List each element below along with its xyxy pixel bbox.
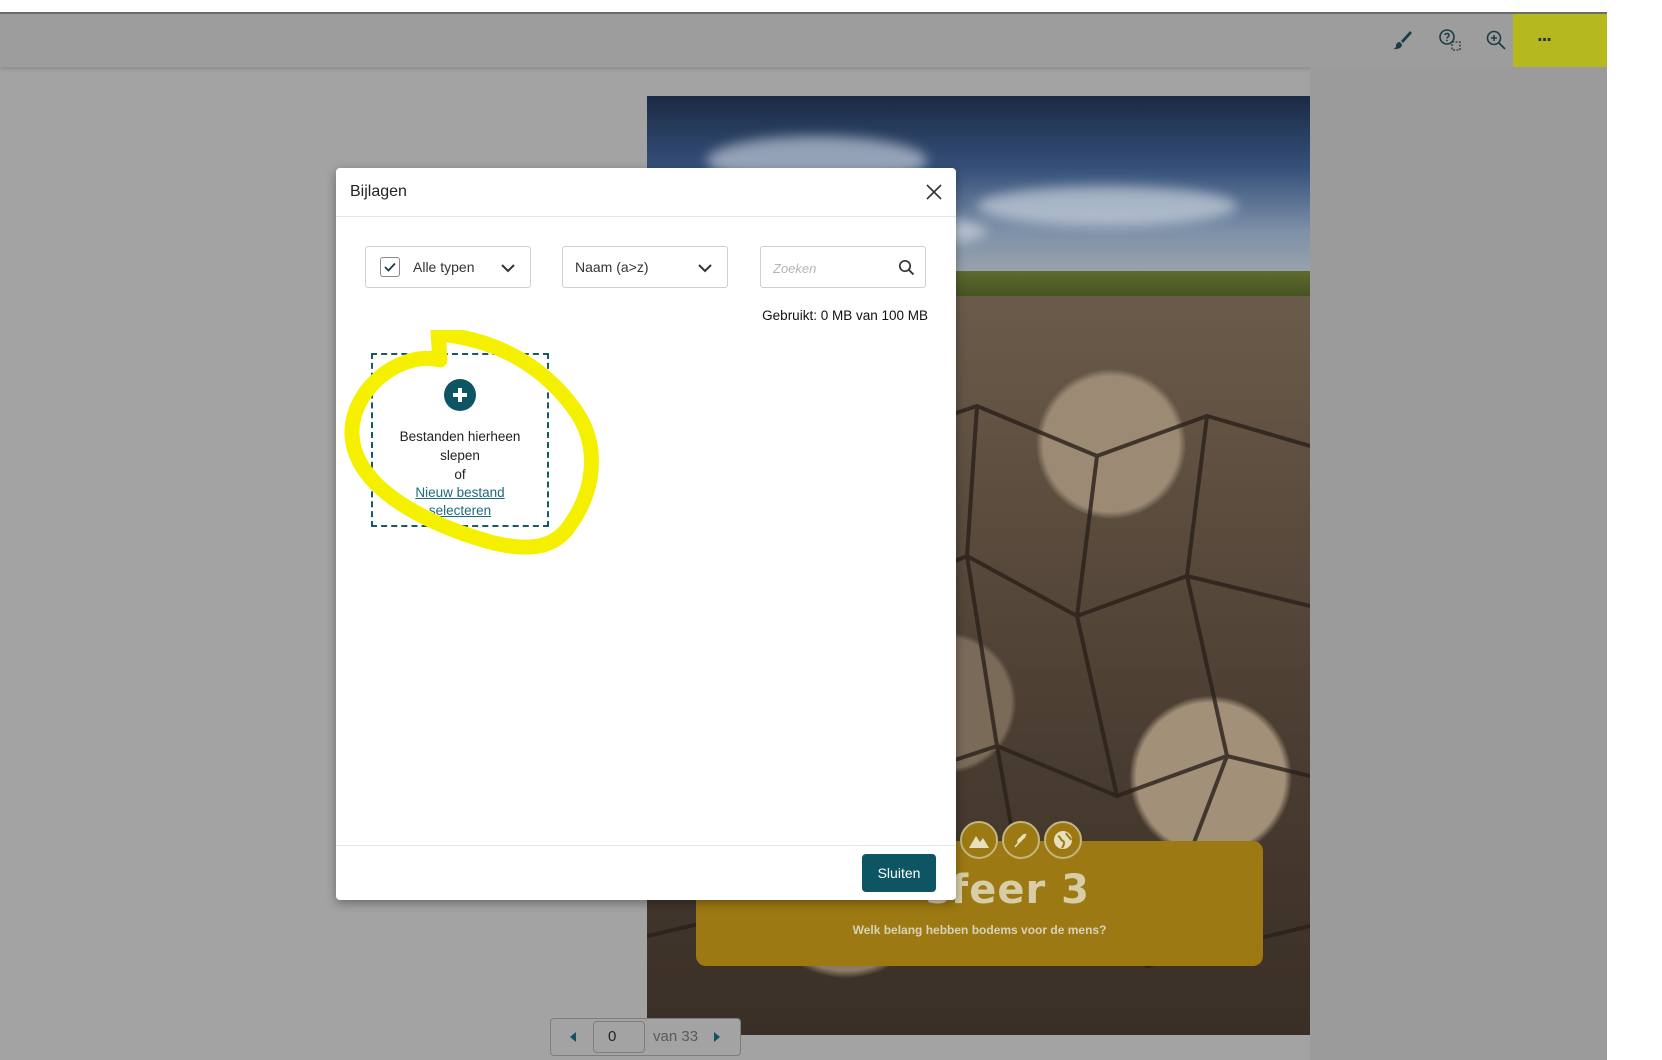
dialog-header: Bijlagen	[336, 168, 956, 217]
add-file-icon[interactable]	[444, 379, 476, 411]
type-filter-checkbox[interactable]	[380, 257, 400, 277]
type-filter-dropdown[interactable]: Alle typen	[365, 246, 531, 288]
help-zoom-icon[interactable]	[1436, 26, 1464, 54]
page-number-input[interactable]: 0	[593, 1021, 645, 1053]
previous-page-icon[interactable]	[565, 1029, 581, 1045]
page-navigator: 0 van 33	[550, 1018, 741, 1056]
brush-icon[interactable]	[1388, 26, 1416, 54]
storage-usage: Gebruikt: 0 MB van 100 MB	[762, 308, 928, 323]
zoom-in-icon[interactable]	[1482, 26, 1510, 54]
attachments-dialog: Bijlagen Alle typen Naam (a>z) Gebruikt:…	[336, 168, 956, 900]
chevron-down-icon	[698, 264, 712, 273]
type-filter-label: Alle typen	[413, 259, 475, 275]
search-input[interactable]	[771, 255, 890, 281]
top-toolbar: ...	[0, 12, 1607, 92]
chevron-down-icon	[501, 264, 515, 273]
search-icon[interactable]	[898, 259, 915, 276]
sort-dropdown[interactable]: Naam (a>z)	[562, 246, 728, 288]
close-button[interactable]: Sluiten	[862, 854, 936, 892]
dropzone-text: Bestanden hierheen slepen of Nieuw besta…	[373, 427, 547, 520]
globe-icon	[1044, 821, 1082, 859]
file-dropzone[interactable]: Bestanden hierheen slepen of Nieuw besta…	[371, 353, 549, 527]
more-icon[interactable]: ...	[1530, 23, 1558, 54]
close-icon[interactable]	[922, 180, 946, 204]
cloud	[977, 186, 1237, 226]
dropzone-line-1: Bestanden hierheen slepen	[399, 429, 521, 463]
mountain-icon	[960, 821, 998, 859]
dialog-title: Bijlagen	[350, 183, 407, 200]
page-total-label: van 33	[653, 1028, 699, 1045]
sort-label: Naam (a>z)	[575, 259, 649, 275]
top-border	[0, 12, 1607, 14]
wheat-icon	[1002, 821, 1040, 859]
dialog-footer: Sluiten	[336, 845, 956, 900]
select-file-link[interactable]: Nieuw bestand selecteren	[373, 484, 547, 520]
dropzone-line-2: of	[454, 467, 466, 482]
search-box	[760, 246, 926, 288]
banner-subtitle: Welk belang hebben bodems voor de mens?	[852, 923, 1107, 937]
side-panel	[1310, 67, 1607, 1060]
more-label: ...	[1537, 23, 1552, 46]
next-page-icon[interactable]	[709, 1029, 725, 1045]
